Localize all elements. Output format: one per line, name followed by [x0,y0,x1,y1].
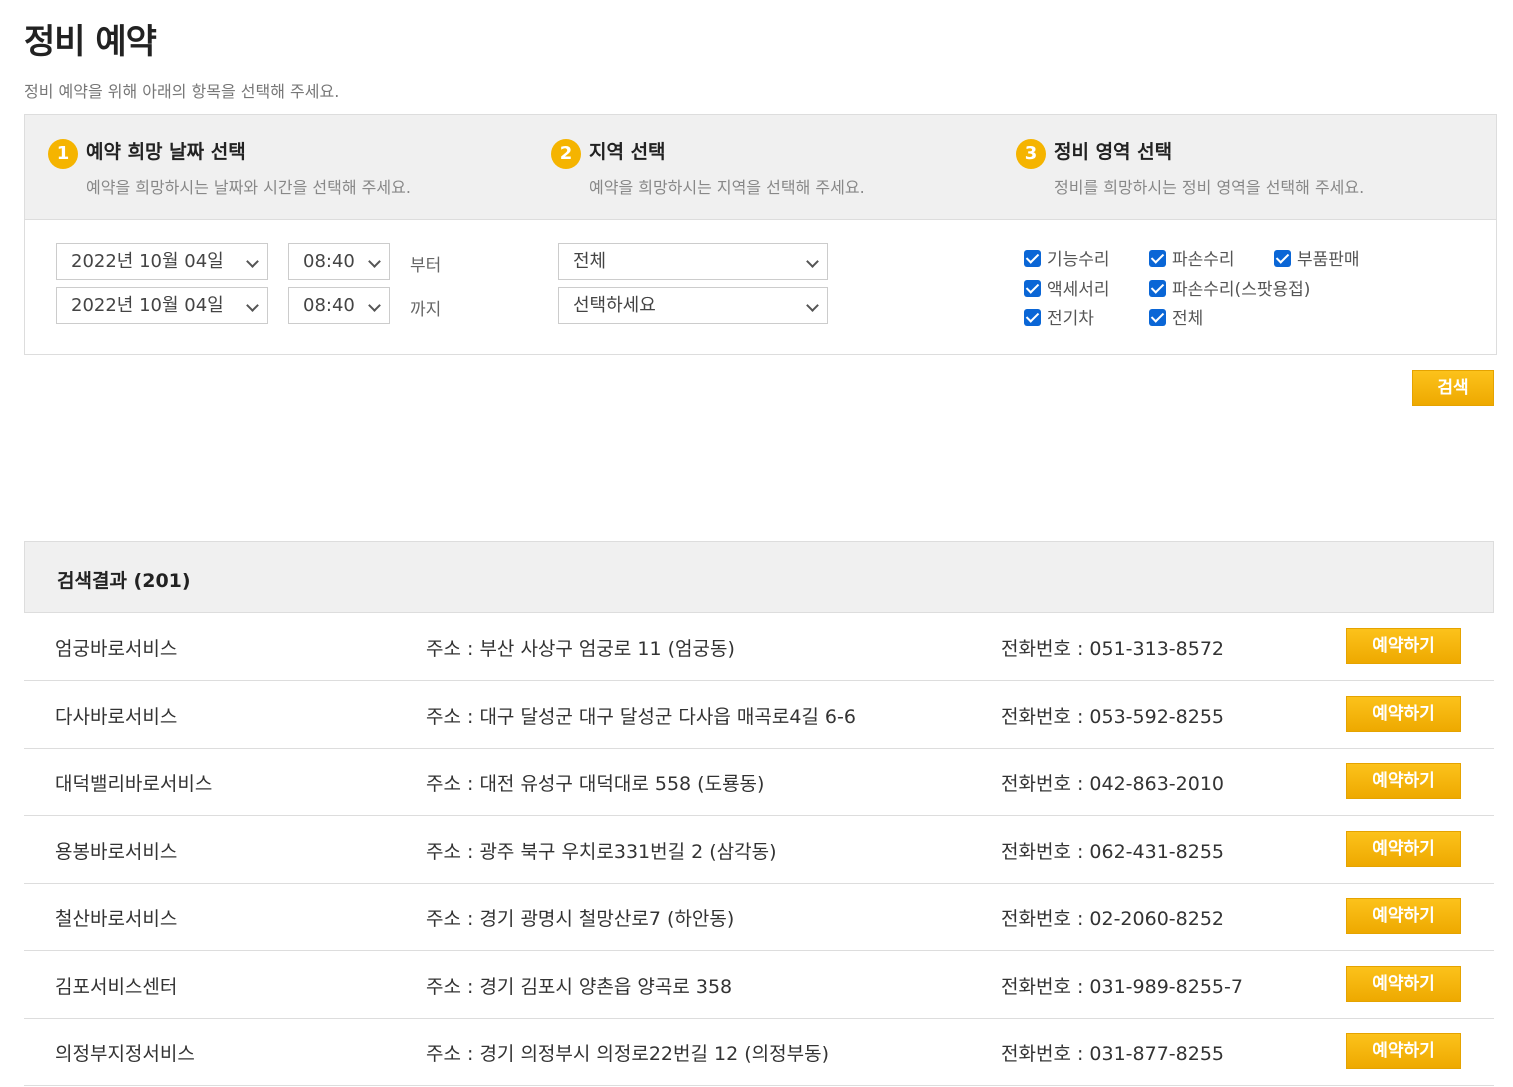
step-description: 예약을 희망하시는 날짜와 시간을 선택해 주세요. [86,178,411,197]
chevron-down-icon [246,255,259,268]
search-button[interactable]: 검색 [1412,370,1494,406]
district-select[interactable]: 선택하세요 [558,287,828,324]
step-description: 예약을 희망하시는 지역을 선택해 주세요. [589,178,865,197]
service-center-name: 김포서비스센터 [55,976,178,998]
service-center-address: 주소 : 경기 광명시 철망산로7 (하안동) [426,908,735,930]
table-row: 철산바로서비스 주소 : 경기 광명시 철망산로7 (하안동) 전화번호 : 02-… [24,883,1494,951]
step-title: 예약 희망 날짜 선택 [86,141,246,163]
book-button[interactable]: 예약하기 [1346,763,1461,799]
service-center-name: 다사바로서비스 [55,706,178,728]
step-number-icon: 2 [551,139,581,169]
service-center-address: 주소 : 대전 유성구 대덕대로 558 (도룡동) [426,773,765,795]
chevron-down-icon [806,255,819,268]
reservation-form: 1 예약 희망 날짜 선택 예약을 희망하시는 날짜와 시간을 선택해 주세요.… [24,114,1497,355]
service-center-name: 대덕밸리바로서비스 [55,773,213,795]
service-center-address: 주소 : 경기 의정부시 의정로22번길 12 (의정부동) [426,1043,829,1065]
checkbox-label: 액세서리 [1047,280,1110,300]
checkbox-label: 파손수리 [1172,250,1235,270]
table-row: 대덕밸리바로서비스 주소 : 대전 유성구 대덕대로 558 (도룡동) 전화번호 … [24,748,1494,816]
from-label: 부터 [410,256,442,276]
table-row: 의정부지정서비스 주소 : 경기 의정부시 의정로22번길 12 (의정부동) 전화… [24,1018,1494,1086]
chevron-down-icon [246,299,259,312]
service-center-name: 용봉바로서비스 [55,841,178,863]
service-center-phone: 전화번호 : 042-863-2010 [1001,773,1224,795]
checkbox-checked-icon[interactable] [1024,250,1041,267]
service-center-phone: 전화번호 : 062-431-8255 [1001,841,1224,863]
step-title: 정비 영역 선택 [1054,141,1173,163]
step-description: 정비를 희망하시는 정비 영역을 선택해 주세요. [1054,178,1365,197]
chevron-down-icon [806,299,819,312]
service-center-address: 주소 : 대구 달성군 대구 달성군 다사읍 매곡로4길 6-6 [426,706,856,728]
start-time-value: 08:40 [303,251,355,272]
book-button[interactable]: 예약하기 [1346,831,1461,867]
table-row: 김포서비스센터 주소 : 경기 김포시 양촌읍 양곡로 358 전화번호 : 031… [24,951,1494,1019]
chevron-down-icon [368,255,381,268]
form-steps-header: 1 예약 희망 날짜 선택 예약을 희망하시는 날짜와 시간을 선택해 주세요.… [25,115,1496,220]
service-center-phone: 전화번호 : 051-313-8572 [1001,638,1224,660]
form-controls: 2022년 10월 04일 08:40 부터 2022년 10월 04일 08:… [25,220,1496,355]
results-header: 검색결과 (201) [24,541,1494,613]
book-button[interactable]: 예약하기 [1346,1033,1461,1069]
checkbox-checked-icon[interactable] [1149,250,1166,267]
district-value: 선택하세요 [573,295,656,316]
service-center-address: 주소 : 부산 사상구 엄궁로 11 (엄궁동) [426,638,735,660]
province-value: 전체 [573,251,607,272]
end-date-select[interactable]: 2022년 10월 04일 [56,287,268,324]
table-row: 엄궁바로서비스 주소 : 부산 사상구 엄궁로 11 (엄궁동) 전화번호 : 05… [24,613,1494,681]
checkbox-accessories[interactable]: 액세서리 [1024,275,1110,300]
book-button[interactable]: 예약하기 [1346,898,1461,934]
book-button[interactable]: 예약하기 [1346,966,1461,1002]
checkbox-function-repair[interactable]: 기능수리 [1024,245,1110,270]
start-time-select[interactable]: 08:40 [288,243,390,280]
checkbox-parts-sales[interactable]: 부품판매 [1274,245,1360,270]
service-center-address: 주소 : 경기 김포시 양촌읍 양곡로 358 [426,976,733,998]
checkbox-label: 기능수리 [1047,250,1110,270]
checkbox-checked-icon[interactable] [1149,280,1166,297]
step-number-icon: 3 [1016,139,1046,169]
service-center-phone: 전화번호 : 053-592-8255 [1001,706,1224,728]
checkbox-label: 전기차 [1047,309,1094,329]
service-center-phone: 전화번호 : 031-877-8255 [1001,1043,1224,1065]
checkbox-checked-icon[interactable] [1274,250,1291,267]
book-button[interactable]: 예약하기 [1346,696,1461,732]
checkbox-spot-welding[interactable]: 파손수리(스팟용접) [1149,275,1310,300]
checkbox-checked-icon[interactable] [1149,309,1166,326]
checkbox-checked-icon[interactable] [1024,280,1041,297]
to-label: 까지 [410,300,442,320]
end-time-value: 08:40 [303,295,355,316]
service-center-address: 주소 : 광주 북구 우치로331번길 2 (삼각동) [426,841,777,863]
service-center-phone: 전화번호 : 031-989-8255-7 [1001,976,1243,998]
chevron-down-icon [368,299,381,312]
service-center-name: 철산바로서비스 [55,908,178,930]
service-center-name: 엄궁바로서비스 [55,638,178,660]
table-row: 용봉바로서비스 주소 : 광주 북구 우치로331번길 2 (삼각동) 전화번호 :… [24,816,1494,884]
end-time-select[interactable]: 08:40 [288,287,390,324]
end-date-value: 2022년 10월 04일 [71,295,224,316]
checkbox-checked-icon[interactable] [1024,309,1041,326]
results-title: 검색결과 (201) [57,570,191,592]
page-title: 정비 예약 [24,22,157,62]
step-title: 지역 선택 [589,141,666,163]
checkbox-label: 파손수리(스팟용접) [1172,280,1311,300]
checkbox-damage-repair[interactable]: 파손수리 [1149,245,1235,270]
service-center-phone: 전화번호 : 02-2060-8252 [1001,908,1224,930]
table-row: 다사바로서비스 주소 : 대구 달성군 대구 달성군 다사읍 매곡로4길 6-6 전… [24,681,1494,749]
province-select[interactable]: 전체 [558,243,828,280]
service-center-name: 의정부지정서비스 [55,1043,195,1065]
checkbox-label: 전체 [1172,309,1204,329]
checkbox-electric-vehicle[interactable]: 전기차 [1024,304,1094,329]
book-button[interactable]: 예약하기 [1346,628,1461,664]
checkbox-all[interactable]: 전체 [1149,304,1203,329]
page-subtitle: 정비 예약을 위해 아래의 항목을 선택해 주세요. [24,82,340,101]
checkbox-label: 부품판매 [1297,250,1360,270]
start-date-value: 2022년 10월 04일 [71,251,224,272]
start-date-select[interactable]: 2022년 10월 04일 [56,243,268,280]
step-number-icon: 1 [48,139,78,169]
